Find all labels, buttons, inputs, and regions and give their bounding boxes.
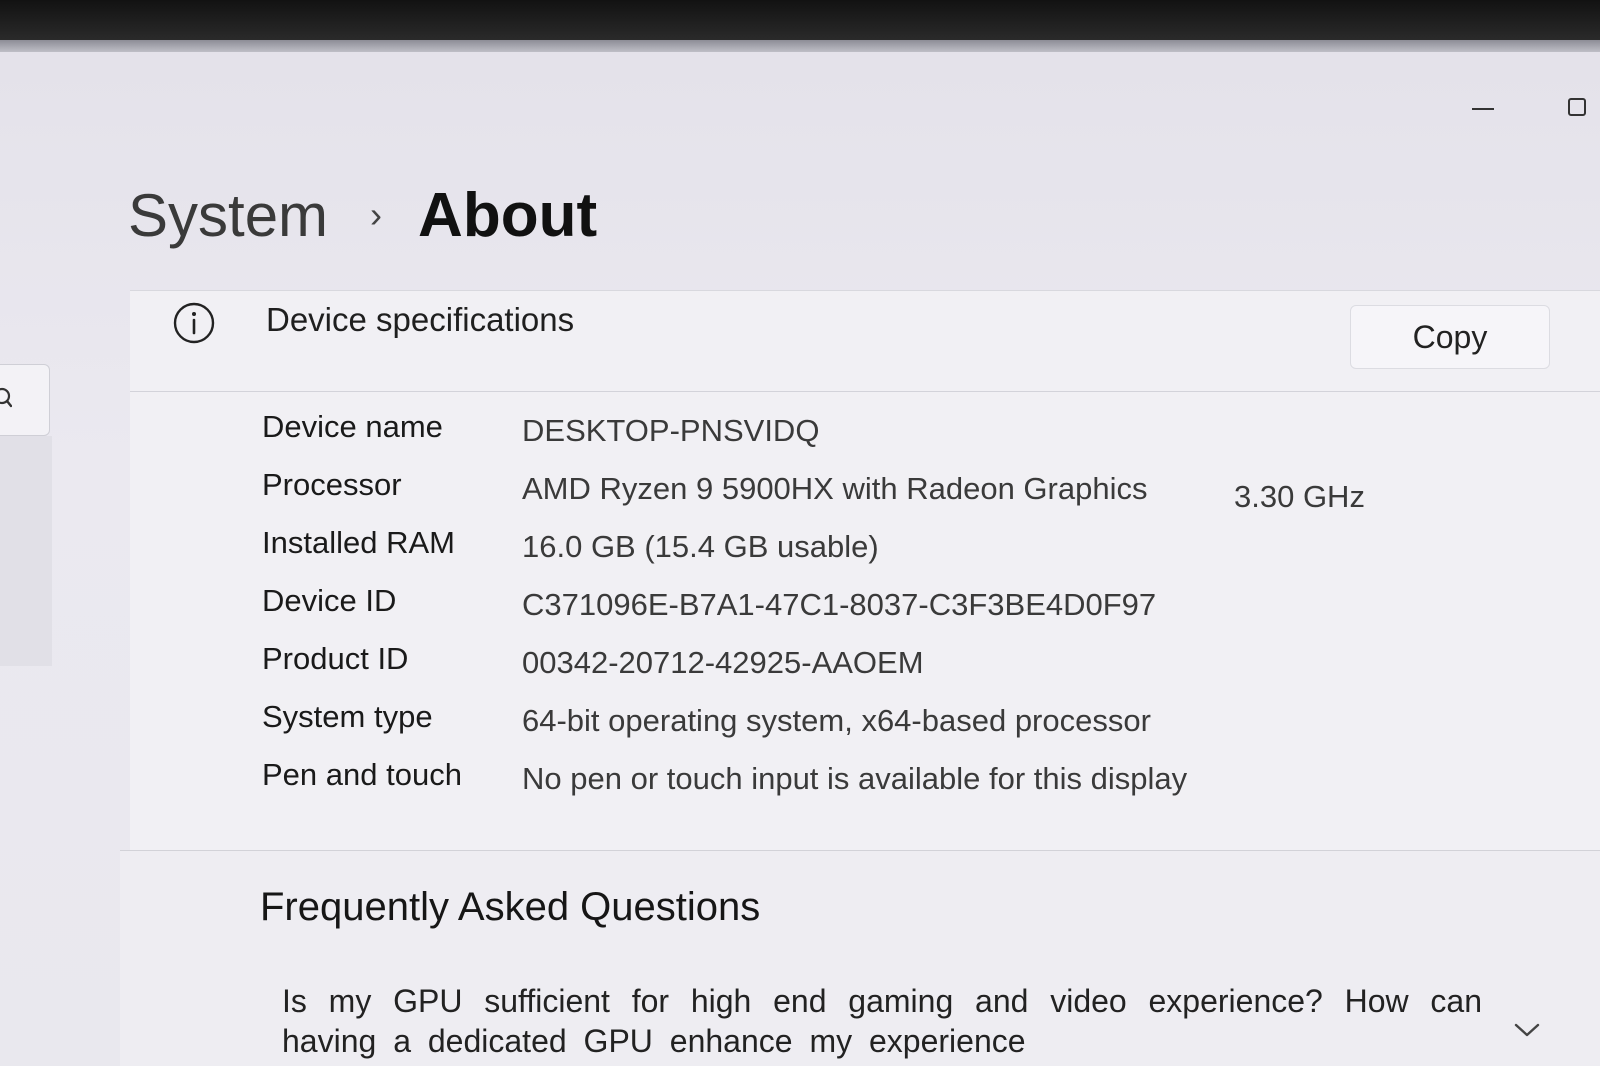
spec-label: Pen and touch (262, 757, 462, 792)
faq-section: Frequently Asked Questions Is my GPU suf… (120, 850, 1600, 1066)
minimize-button[interactable] (1460, 92, 1506, 124)
faq-heading: Frequently Asked Questions (260, 885, 761, 929)
spec-label: Installed RAM (262, 525, 455, 560)
spec-row-device-id: Device ID C371096E-B7A1-47C1-8037-C3F3BE… (262, 583, 1562, 641)
device-specifications-header[interactable]: Device specifications Copy (130, 291, 1600, 392)
breadcrumb: System › About (128, 170, 597, 260)
spec-row-device-name: Device name DESKTOP-PNSVIDQ (262, 409, 1562, 467)
spec-label: Device ID (262, 583, 397, 618)
spec-label: Product ID (262, 641, 409, 676)
sidebar-nav (0, 436, 52, 666)
monitor-bezel (0, 0, 1600, 40)
processor-speed: 3.30 GHz (1234, 479, 1365, 514)
spec-label: Processor (262, 467, 402, 502)
spec-row-system-type: System type 64-bit operating system, x64… (262, 699, 1562, 757)
search-icon (0, 387, 12, 408)
spec-value: 64-bit operating system, x64-based proce… (522, 703, 1151, 738)
breadcrumb-system[interactable]: System (128, 181, 328, 250)
page-title: About (418, 180, 598, 250)
maximize-button[interactable] (1556, 92, 1600, 124)
spec-row-product-id: Product ID 00342-20712-42925-AAOEM (262, 641, 1562, 699)
spec-list: Device name DESKTOP-PNSVIDQ Processor AM… (262, 409, 1562, 815)
spec-value: DESKTOP-PNSVIDQ (522, 413, 820, 448)
copy-button[interactable]: Copy (1350, 305, 1550, 369)
spec-row-pen-and-touch: Pen and touch No pen or touch input is a… (262, 757, 1562, 815)
sidebar-search-box[interactable] (0, 364, 50, 436)
spec-row-processor: Processor AMD Ryzen 9 5900HX with Radeon… (262, 467, 1562, 525)
spec-label: Device name (262, 409, 443, 444)
spec-value: 16.0 GB (15.4 GB usable) (522, 529, 879, 564)
faq-question[interactable]: Is my GPU sufficient for high end gaming… (282, 981, 1482, 1061)
chevron-down-icon[interactable] (1514, 1021, 1540, 1039)
spec-value: 00342-20712-42925-AAOEM (522, 645, 924, 680)
spec-row-installed-ram: Installed RAM 16.0 GB (15.4 GB usable) (262, 525, 1562, 583)
info-icon (173, 302, 215, 344)
device-specifications-title: Device specifications (266, 301, 575, 338)
spec-value: C371096E-B7A1-47C1-8037-C3F3BE4D0F97 (522, 587, 1157, 622)
device-specifications-card: Device specifications Copy Device name D… (130, 290, 1600, 851)
spec-label: System type (262, 699, 433, 734)
spec-value: No pen or touch input is available for t… (522, 761, 1188, 796)
spec-value: AMD Ryzen 9 5900HX with Radeon Graphics (522, 471, 1148, 506)
breadcrumb-separator: › (370, 194, 383, 235)
